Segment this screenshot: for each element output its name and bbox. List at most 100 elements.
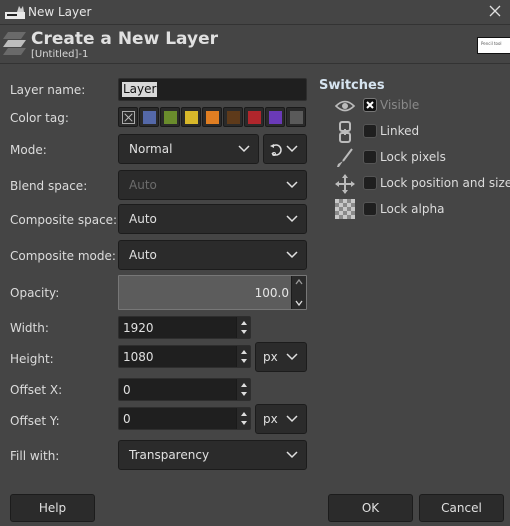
chevron-down-icon bbox=[286, 451, 298, 459]
linked-label: Linked bbox=[380, 124, 420, 138]
blend-space-value: Auto bbox=[129, 178, 157, 192]
visible-label: Visible bbox=[380, 98, 420, 112]
color-swatch bbox=[142, 110, 156, 124]
fill-with-dropdown[interactable]: Transparency bbox=[118, 440, 307, 470]
spin-down-icon[interactable] bbox=[239, 357, 249, 365]
fill-with-label: Fill with: bbox=[10, 449, 60, 463]
height-value: 1080 bbox=[123, 349, 154, 364]
height-spin-buttons bbox=[236, 346, 250, 367]
chevron-down-icon bbox=[286, 251, 298, 259]
opacity-label: Opacity: bbox=[10, 286, 60, 300]
composite-mode-dropdown[interactable]: Auto bbox=[118, 240, 307, 270]
chain-icon bbox=[339, 121, 351, 143]
no-color-icon bbox=[121, 110, 135, 124]
mode-value: Normal bbox=[129, 142, 173, 156]
offset-unit-dropdown[interactable]: px bbox=[255, 404, 307, 434]
checkerboard-icon bbox=[335, 199, 355, 219]
width-spin-buttons bbox=[236, 317, 250, 338]
offset-y-label: Offset Y: bbox=[10, 414, 60, 428]
opacity-slider[interactable]: 100.0 bbox=[118, 275, 307, 310]
checkmark-x-icon bbox=[366, 101, 374, 109]
chevron-down-icon bbox=[286, 215, 298, 223]
opacity-value: 100.0 bbox=[254, 286, 289, 300]
switch-mode-icon bbox=[270, 144, 282, 156]
color-swatch bbox=[205, 110, 219, 124]
lock-pixels-checkbox[interactable] bbox=[363, 150, 377, 164]
chevron-down-icon bbox=[238, 145, 250, 153]
color-tag-group bbox=[118, 107, 306, 129]
lock-position-checkbox[interactable] bbox=[363, 176, 377, 190]
offset-x-label: Offset X: bbox=[10, 383, 63, 397]
composite-space-dropdown[interactable]: Auto bbox=[118, 204, 307, 234]
color-tag-none[interactable] bbox=[118, 107, 138, 127]
layer-name-value: Layer bbox=[122, 82, 158, 97]
spin-down-icon[interactable] bbox=[239, 390, 249, 398]
color-tag-red[interactable] bbox=[244, 107, 264, 127]
spin-up-icon[interactable] bbox=[294, 278, 304, 286]
color-tag-label: Color tag: bbox=[10, 111, 69, 125]
height-input[interactable]: 1080 bbox=[118, 345, 251, 368]
offset-y-input[interactable]: 0 bbox=[118, 407, 251, 430]
color-swatch bbox=[163, 110, 177, 124]
size-unit-dropdown[interactable]: px bbox=[255, 342, 307, 372]
color-swatch bbox=[247, 110, 261, 124]
spin-up-icon[interactable] bbox=[239, 410, 249, 418]
spin-up-icon[interactable] bbox=[239, 381, 249, 389]
gimp-wilber-icon bbox=[5, 6, 25, 19]
composite-mode-label: Composite mode: bbox=[10, 249, 116, 263]
window-title: New Layer bbox=[28, 5, 92, 19]
lock-alpha-checkbox[interactable] bbox=[363, 202, 377, 216]
color-tag-yellow[interactable] bbox=[181, 107, 201, 127]
opacity-spin-buttons bbox=[291, 276, 306, 309]
composite-mode-value: Auto bbox=[129, 248, 157, 262]
close-icon[interactable] bbox=[486, 2, 504, 20]
ok-button[interactable]: OK bbox=[328, 494, 413, 522]
title-bar: New Layer bbox=[0, 0, 510, 25]
color-swatch bbox=[184, 110, 198, 124]
spin-up-icon[interactable] bbox=[239, 319, 249, 327]
spin-down-icon[interactable] bbox=[294, 299, 304, 307]
spin-up-icon[interactable] bbox=[239, 348, 249, 356]
chevron-down-icon bbox=[286, 415, 298, 423]
offset-x-value: 0 bbox=[123, 382, 131, 397]
fill-with-value: Transparency bbox=[129, 448, 210, 462]
layers-icon bbox=[3, 32, 26, 55]
paintbrush-icon bbox=[337, 148, 353, 167]
blend-space-label: Blend space: bbox=[10, 179, 88, 193]
offset-x-spin-buttons bbox=[236, 379, 250, 400]
move-icon bbox=[335, 174, 355, 194]
eye-icon bbox=[334, 100, 356, 112]
dialog-title: Create a New Layer bbox=[31, 29, 218, 49]
layer-name-label: Layer name: bbox=[10, 83, 86, 97]
cancel-button[interactable]: Cancel bbox=[419, 494, 504, 522]
switches-title: Switches bbox=[319, 78, 385, 93]
offset-x-input[interactable]: 0 bbox=[118, 378, 251, 401]
color-tag-violet[interactable] bbox=[265, 107, 285, 127]
mode-dropdown[interactable]: Normal bbox=[118, 134, 259, 164]
offset-y-spin-buttons bbox=[236, 408, 250, 429]
chevron-down-icon bbox=[286, 145, 298, 153]
offset-unit-value: px bbox=[263, 412, 278, 426]
width-value: 1920 bbox=[123, 320, 154, 335]
layer-name-input[interactable]: Layer bbox=[118, 78, 307, 101]
linked-checkbox[interactable] bbox=[363, 124, 377, 138]
visible-checkbox[interactable] bbox=[363, 98, 377, 112]
color-tag-blue[interactable] bbox=[139, 107, 159, 127]
mode-group-dropdown[interactable] bbox=[263, 134, 307, 164]
lock-pixels-label: Lock pixels bbox=[380, 150, 446, 164]
width-label: Width: bbox=[10, 321, 49, 335]
help-button[interactable]: Help bbox=[10, 494, 95, 522]
color-tag-gray[interactable] bbox=[286, 107, 306, 127]
size-unit-value: px bbox=[263, 350, 278, 364]
chevron-down-icon bbox=[286, 181, 298, 189]
color-tag-green[interactable] bbox=[160, 107, 180, 127]
color-tag-orange[interactable] bbox=[202, 107, 222, 127]
width-input[interactable]: 1920 bbox=[118, 316, 251, 339]
mode-label: Mode: bbox=[10, 143, 47, 157]
blend-space-dropdown[interactable]: Auto bbox=[118, 170, 307, 200]
lock-position-label: Lock position and size bbox=[380, 176, 510, 190]
spin-down-icon[interactable] bbox=[239, 328, 249, 336]
spin-down-icon[interactable] bbox=[239, 419, 249, 427]
color-tag-brown[interactable] bbox=[223, 107, 243, 127]
chevron-down-icon bbox=[286, 353, 298, 361]
